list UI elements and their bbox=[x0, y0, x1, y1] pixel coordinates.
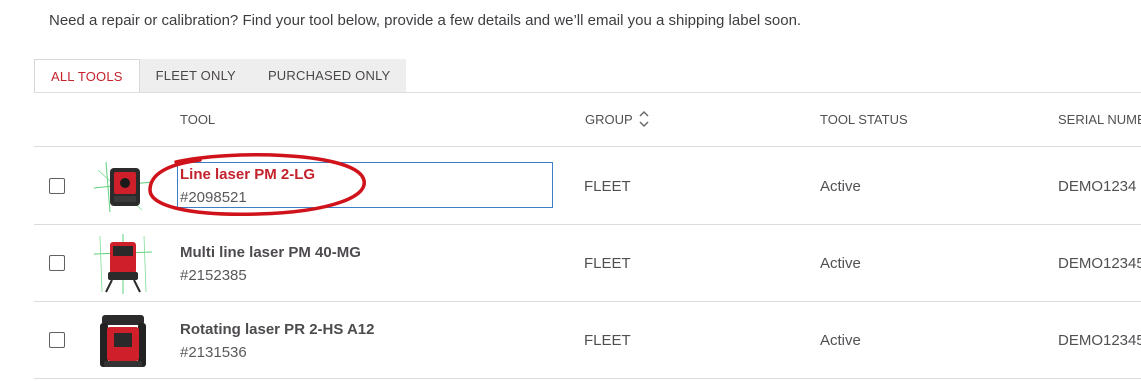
header-divider bbox=[34, 146, 1141, 147]
tabs-divider bbox=[34, 92, 1141, 93]
column-header-tool-status: TOOL STATUS bbox=[820, 112, 908, 127]
serial-number: DEMO12345 bbox=[1058, 332, 1141, 349]
tool-filter-tabs: ALL TOOLS FLEET ONLY PURCHASED ONLY bbox=[34, 59, 407, 92]
sort-arrows-icon[interactable] bbox=[639, 110, 649, 128]
column-header-group-label: GROUP bbox=[585, 112, 633, 127]
tab-fleet-only[interactable]: FLEET ONLY bbox=[139, 59, 252, 92]
tool-group: FLEET bbox=[584, 178, 631, 195]
serial-number: DEMO1234 bbox=[1058, 178, 1137, 195]
table-row: Multi line laser PM 40-MG #2152385 FLEET… bbox=[0, 226, 1141, 302]
row-checkbox[interactable] bbox=[49, 178, 65, 194]
tool-status: Active bbox=[820, 178, 861, 195]
multi-line-laser-pm40mg-image bbox=[93, 234, 153, 294]
tool-name-link[interactable]: Rotating laser PR 2-HS A12 bbox=[180, 321, 375, 338]
tool-group: FLEET bbox=[584, 332, 631, 349]
tool-number: #2152385 bbox=[180, 267, 247, 284]
serial-number: DEMO12345 bbox=[1058, 255, 1141, 272]
row-divider bbox=[34, 378, 1141, 379]
line-laser-pm2lg-image bbox=[93, 161, 153, 213]
tool-status: Active bbox=[820, 332, 861, 349]
tab-purchased-only[interactable]: PURCHASED ONLY bbox=[251, 59, 407, 92]
row-checkbox[interactable] bbox=[49, 332, 65, 348]
table-row: Rotating laser PR 2-HS A12 #2131536 FLEE… bbox=[0, 303, 1141, 379]
tool-group: FLEET bbox=[584, 255, 631, 272]
rotating-laser-pr2hs-image bbox=[100, 315, 146, 367]
row-divider bbox=[34, 224, 1141, 225]
row-divider bbox=[34, 301, 1141, 302]
tab-all-tools[interactable]: ALL TOOLS bbox=[34, 59, 140, 92]
tool-number: #2131536 bbox=[180, 344, 247, 361]
column-header-tool: TOOL bbox=[180, 112, 216, 127]
focused-tool-cell-outline bbox=[177, 162, 553, 208]
table-row: Line laser PM 2-LG #2098521 FLEET Active… bbox=[0, 148, 1141, 224]
tool-name-link[interactable]: Multi line laser PM 40-MG bbox=[180, 244, 361, 261]
column-header-serial-number: SERIAL NUMBE bbox=[1058, 112, 1141, 127]
column-header-group[interactable]: GROUP bbox=[585, 110, 649, 128]
intro-text: Need a repair or calibration? Find your … bbox=[49, 12, 802, 29]
row-checkbox[interactable] bbox=[49, 255, 65, 271]
tool-status: Active bbox=[820, 255, 861, 272]
